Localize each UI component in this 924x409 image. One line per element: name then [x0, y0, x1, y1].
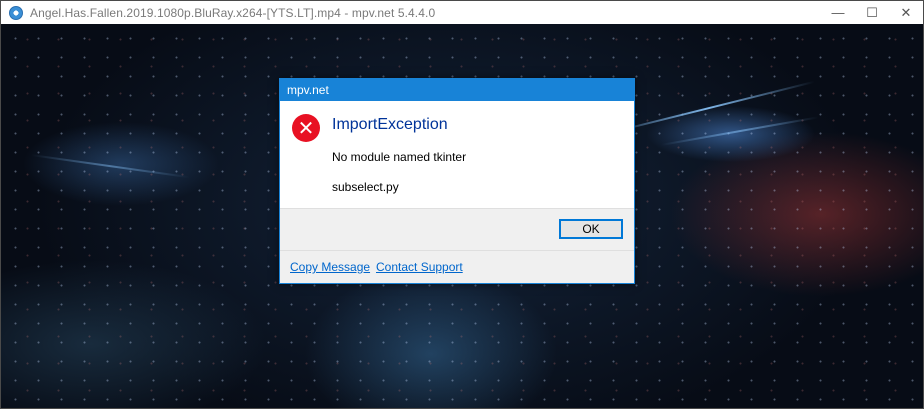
title-bar[interactable]: Angel.Has.Fallen.2019.1080p.BluRay.x264-… [1, 1, 923, 24]
dialog-footer: Copy Message Contact Support [280, 250, 634, 283]
close-icon: ✕ [900, 4, 912, 20]
error-x-glyph: ✕ [297, 116, 315, 140]
dialog-content: ✕ ImportException No module named tkinte… [280, 101, 634, 208]
window-title: Angel.Has.Fallen.2019.1080p.BluRay.x264-… [30, 5, 436, 20]
window-controls: — ☐ ✕ [821, 1, 923, 24]
dialog-title: mpv.net [287, 83, 329, 97]
error-message: No module named tkinter [332, 150, 467, 164]
close-button[interactable]: ✕ [889, 1, 923, 24]
minimize-button[interactable]: — [821, 1, 855, 24]
dialog-title-bar[interactable]: mpv.net [280, 79, 634, 101]
mpv-window: Angel.Has.Fallen.2019.1080p.BluRay.x264-… [0, 0, 924, 409]
maximize-icon: ☐ [866, 4, 878, 20]
error-icon: ✕ [292, 114, 320, 142]
main-instruction: ImportException [332, 116, 448, 133]
error-dialog: mpv.net ✕ ImportException No module name… [279, 78, 635, 284]
dialog-button-area: OK [280, 208, 634, 250]
contact-support-link[interactable]: Contact Support [376, 260, 463, 274]
error-source: subselect.py [332, 180, 399, 194]
minimize-icon: — [831, 5, 845, 20]
mpv-logo-icon [9, 5, 23, 20]
ok-button[interactable]: OK [559, 219, 623, 239]
maximize-button[interactable]: ☐ [855, 1, 889, 24]
copy-message-link[interactable]: Copy Message [290, 260, 370, 274]
